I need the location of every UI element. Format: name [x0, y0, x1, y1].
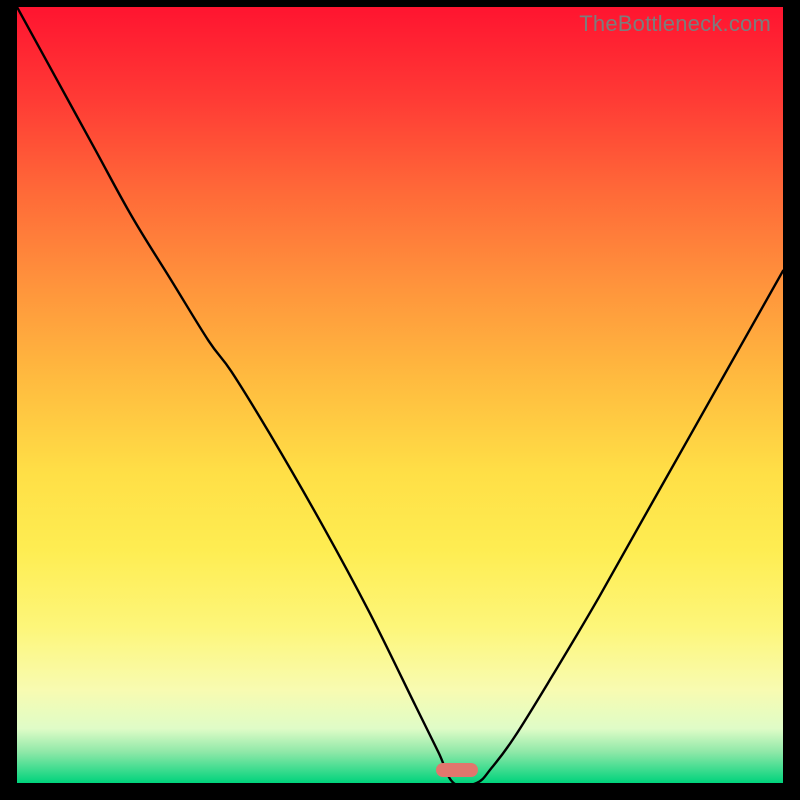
- bottleneck-curve: [17, 7, 783, 783]
- plot-area: TheBottleneck.com: [17, 7, 783, 783]
- chart-stage: TheBottleneck.com: [0, 0, 800, 800]
- optimal-marker: [436, 763, 478, 777]
